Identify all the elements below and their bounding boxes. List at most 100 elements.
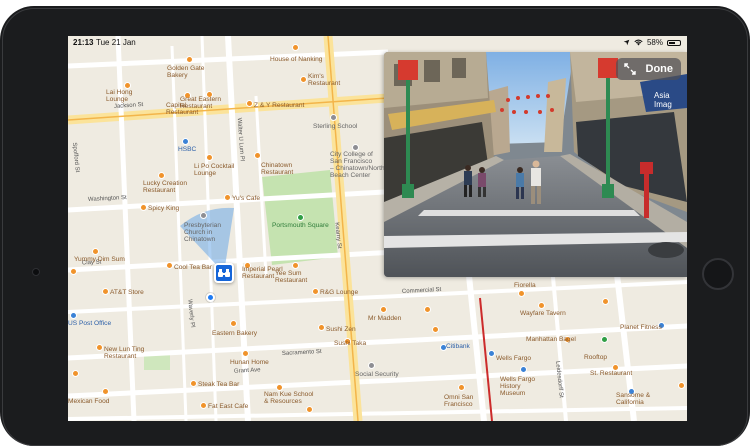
poi-yummy-dim-sum[interactable] (92, 248, 99, 255)
label-house-of-nanking: House of Nanking (270, 56, 323, 63)
poi-kims[interactable] (300, 76, 307, 83)
label-yee-sum: Yee Sum Restaurant (275, 270, 308, 284)
current-location-dot[interactable] (206, 293, 215, 302)
poi-nam-kue[interactable] (276, 384, 283, 391)
poi-presbyterian[interactable] (200, 212, 207, 219)
poi-city-college[interactable] (352, 144, 359, 151)
poi-rg-lounge[interactable] (312, 288, 319, 295)
binoculars-icon (218, 269, 230, 277)
label-great-eastern: Great Eastern Restaurant (180, 96, 222, 110)
label-presbyterian: Presbyterian Church in Chinatown (184, 222, 222, 243)
label-nam-kue: Nam Kue School & Resources (264, 391, 314, 405)
poi-lai-hong[interactable] (124, 82, 131, 89)
manhole (648, 242, 684, 258)
poi-fiorella[interactable] (518, 290, 525, 297)
label-manhattan-bagel: Manhattan Bagel (526, 336, 576, 343)
poi-omni[interactable] (458, 384, 465, 391)
poi-rooftop[interactable] (601, 336, 608, 343)
poi-li-po[interactable] (206, 154, 213, 161)
status-bar: 21:13 Tue 21 Jan 58% (68, 36, 687, 49)
location-arrow-icon (623, 39, 630, 46)
label-fat-east-cafe: Fat East Cafe (208, 403, 249, 410)
poi-portsmouth-square[interactable] (297, 214, 304, 221)
label-golden-gate-bakery: Golden Gate Bakery (167, 65, 205, 79)
label-steak-tea-bar: Steak Tea Bar (198, 381, 240, 388)
poi-chinatown-restaurant[interactable] (254, 152, 261, 159)
battery-icon (667, 39, 681, 46)
maps-screen: 21:13 Tue 21 Jan 58% Jackson St Washingt… (68, 36, 687, 421)
poi-hunan-left[interactable] (72, 370, 79, 377)
poi-sigma[interactable] (602, 298, 609, 305)
poi-hunan-home[interactable] (242, 350, 249, 357)
poi-steak-tea-bar[interactable] (190, 380, 197, 387)
label-chinatown-restaurant: Chinatown Restaurant (261, 162, 294, 176)
poi-left-edge[interactable] (70, 268, 77, 275)
poi-fat-east-cafe[interactable] (200, 402, 207, 409)
label-sushi-zen-top: Sushi Zen (326, 326, 356, 333)
label-omni: Omni San Francisco (444, 394, 474, 408)
status-right: 58% (623, 38, 681, 47)
label-social-security: Social Security (355, 371, 399, 378)
poi-new-lun-ting[interactable] (96, 344, 103, 351)
poi-wayfare-tavern[interactable] (538, 302, 545, 309)
poi-yu-cafe[interactable] (224, 194, 231, 201)
wifi-icon (634, 39, 643, 46)
crosswalk-far (418, 210, 640, 216)
street-lamp-left-head (398, 60, 418, 80)
poi-social-security[interactable] (368, 362, 375, 369)
label-yummy-dim-sum: Yummy Dim Sum (74, 256, 125, 263)
poi-golden-gate-bakery[interactable] (186, 56, 193, 63)
label-planet-fitness: Planet Fitness (620, 324, 662, 331)
street-view-image[interactable]: Asia Imag (384, 52, 687, 277)
look-around-controls: Done (615, 58, 681, 80)
poi-bar-bocce[interactable] (424, 306, 431, 313)
poi-hsbc[interactable] (182, 138, 189, 145)
left-window-2 (424, 60, 440, 82)
poi-lucky-creation[interactable] (158, 172, 165, 179)
right-sign-text: Asia (654, 91, 670, 100)
front-camera (32, 268, 40, 276)
label-rg-lounge: R&G Lounge (320, 289, 359, 296)
poi-eastern-bakery[interactable] (230, 320, 237, 327)
label-lucky-creation: Lucky Creation Restaurant (143, 180, 187, 194)
label-cool-tea-bar: Cool Tea Bar (174, 264, 212, 271)
poi-spicy-king[interactable] (140, 204, 147, 211)
label-portsmouth-square: Portsmouth Square (272, 222, 329, 229)
label-z-and-y: Z & Y Restaurant (254, 102, 305, 109)
left-window-3 (452, 58, 466, 78)
poi-left-lower[interactable] (102, 388, 109, 395)
poi-cool-tea-bar[interactable] (166, 262, 173, 269)
poi-right-edge[interactable] (678, 382, 685, 389)
label-sushi-taka: Sushi Taka (334, 340, 367, 347)
poi-lower-center[interactable] (306, 406, 313, 413)
poi-yee-sum[interactable] (292, 262, 299, 269)
red-post-box (640, 162, 653, 174)
home-button[interactable] (702, 258, 734, 290)
look-around-marker[interactable] (214, 263, 234, 283)
done-button[interactable]: Done (646, 63, 674, 75)
poi-mr-madden[interactable] (380, 306, 387, 313)
label-fiorella: Fiorella (514, 282, 536, 289)
status-time: 21:13 (73, 38, 94, 47)
label-wells-fargo-museum: Wells Fargo History Museum (500, 376, 536, 397)
label-yu-cafe: Yu's Cafe (232, 195, 261, 202)
poi-cafe-de-la-presse[interactable] (318, 324, 325, 331)
poi-empress[interactable] (432, 326, 439, 333)
street-label-grant: Grant Ave (233, 367, 261, 375)
poi-wells-fargo[interactable] (488, 350, 495, 357)
poi-post-office[interactable] (70, 312, 77, 319)
street-lamp-right-pole (606, 74, 610, 198)
expand-icon[interactable] (623, 63, 636, 75)
battery-percent: 58% (646, 38, 663, 47)
label-spicy-king: Spicy King (148, 205, 180, 212)
poi-att-store[interactable] (102, 288, 109, 295)
street-lamp-left-base (402, 184, 414, 198)
look-around-panel[interactable]: Asia Imag Done (384, 52, 687, 277)
street-lamp-right-base (602, 184, 614, 198)
label-sterling-school: Sterling School (313, 123, 358, 130)
poi-z-and-y[interactable] (246, 100, 253, 107)
label-hunan-home: Hunan Home (230, 359, 269, 366)
label-mexican: Mexican Food (68, 398, 110, 405)
poi-wells-fargo-museum[interactable] (520, 366, 527, 373)
poi-sterling-school[interactable] (330, 114, 337, 121)
